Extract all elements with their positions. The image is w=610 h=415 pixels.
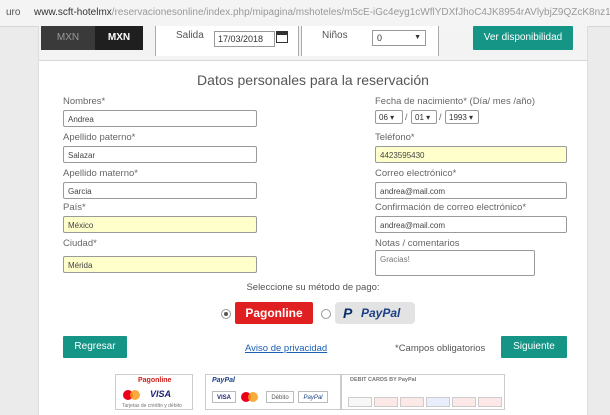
salida-tab: Salida 17/03/2018 <box>155 26 299 56</box>
apellido-paterno-label: Apellido paterno* <box>63 132 136 143</box>
nombres-input[interactable]: Andrea <box>63 110 257 127</box>
ciudad-label: Ciudad* <box>63 238 97 249</box>
required-fields-note: *Campos obligatorios <box>395 343 486 354</box>
pais-input[interactable]: México <box>63 216 257 233</box>
ninos-label: Niños <box>322 30 348 41</box>
chevron-down-icon: ▼ <box>414 34 421 41</box>
page-title: Datos personales para la reservación <box>197 72 429 88</box>
url-host: www.scft-hotelmx <box>34 7 112 18</box>
url-prefix: uro <box>6 7 21 18</box>
anio-value: 1993 <box>449 113 467 122</box>
visa-logo: VISA <box>150 389 172 399</box>
bank-logo-icon <box>400 397 424 407</box>
mes-select[interactable]: 01 ▾ <box>411 110 437 124</box>
mastercard-icon <box>122 389 142 401</box>
pagonline-badge-title: Pagonline <box>138 377 172 384</box>
pagonline-cards-badge: Pagonline VISA Tarjetas de crédito y déb… <box>115 374 193 410</box>
pais-label: País* <box>63 202 86 213</box>
dia-value: 06 <box>379 113 388 122</box>
date-separator: / <box>405 112 408 122</box>
privacy-link[interactable]: Aviso de privacidad <box>245 343 327 354</box>
notas-textarea[interactable]: Gracias! <box>375 250 535 276</box>
bank-logo-icon <box>426 397 450 407</box>
correo-label: Correo electrónico* <box>375 168 457 179</box>
regresar-button[interactable]: Regresar <box>63 336 127 358</box>
reservation-page: MXN MXN Salida 17/03/2018 Niños 0 ▼ Ver … <box>38 26 588 415</box>
bank-logo-icon <box>452 397 476 407</box>
salida-label: Salida <box>176 30 204 41</box>
mastercard-icon <box>240 391 260 403</box>
nombres-label: Nombres* <box>63 96 106 107</box>
ninos-value: 0 <box>377 33 383 43</box>
currency-toggle-inactive[interactable]: MXN <box>41 26 95 50</box>
bank-logo-icon <box>348 397 372 407</box>
telefono-label: Teléfono* <box>375 132 415 143</box>
fecha-nacimiento-label: Fecha de nacimiento* (Día/ mes /año) <box>375 96 535 107</box>
paypal-logo[interactable]: P PayPal <box>335 302 415 324</box>
paypal-cards-badge: PayPal VISA Débito PayPal <box>205 374 341 410</box>
telefono-input[interactable]: 4423595430 <box>375 146 567 163</box>
paypal-card-icon: PayPal <box>298 391 328 403</box>
paypal-radio[interactable] <box>321 309 331 319</box>
apellido-materno-label: Apellido materno* <box>63 168 138 179</box>
visa-card-icon: VISA <box>212 391 236 403</box>
paypal-wordmark: PayPal <box>361 306 401 320</box>
anio-select[interactable]: 1993 ▾ <box>445 110 479 124</box>
calendar-icon[interactable] <box>276 31 288 43</box>
apellido-materno-input[interactable]: Garcia <box>63 182 257 199</box>
siguiente-button[interactable]: Siguiente <box>501 336 567 358</box>
confirm-correo-input[interactable]: andrea@mail.com <box>375 216 567 233</box>
salida-date-input[interactable]: 17/03/2018 <box>214 31 275 47</box>
notas-label: Notas / comentarios <box>375 238 460 249</box>
payment-prompt: Seleccione su método de pago: <box>246 282 380 293</box>
browser-url-bar[interactable]: uro www.scft-hotelmx/reservacionesonline… <box>0 0 610 27</box>
pagonline-badge-caption: Tarjetas de crédito y débito <box>122 403 182 409</box>
apellido-paterno-input[interactable]: Salazar <box>63 146 257 163</box>
ver-disponibilidad-button[interactable]: Ver disponibilidad <box>473 26 573 50</box>
ninos-tab: Niños 0 ▼ <box>301 26 439 56</box>
url-text[interactable]: www.scft-hotelmx/reservacionesonline/ind… <box>34 0 610 26</box>
paypal-debit-cards-badge: DEBIT CARDS BY PayPal <box>341 374 505 410</box>
dia-select[interactable]: 06 ▾ <box>375 110 403 124</box>
bank-logo-icon <box>374 397 398 407</box>
correo-input[interactable]: andrea@mail.com <box>375 182 567 199</box>
date-separator: / <box>439 112 442 122</box>
url-path: /reservacionesonline/index.php/mipagina/… <box>111 7 610 18</box>
confirm-correo-label: Confirmación de correo electrónico* <box>375 202 527 213</box>
bank-logo-icon <box>478 397 502 407</box>
debit-cards-title: DEBIT CARDS BY PayPal <box>350 377 417 383</box>
ciudad-input[interactable]: Mérida <box>63 256 257 273</box>
currency-toggle-active[interactable]: MXN <box>95 26 143 50</box>
mes-value: 01 <box>415 113 424 122</box>
search-strip: MXN MXN Salida 17/03/2018 Niños 0 ▼ Ver … <box>39 26 587 61</box>
paypal-p-icon: P <box>343 305 353 321</box>
paypal-badge-title: PayPal <box>212 377 235 384</box>
ninos-select[interactable]: 0 ▼ <box>372 30 426 46</box>
debito-card-icon: Débito <box>266 391 294 403</box>
pagonline-radio[interactable] <box>221 309 231 319</box>
pagonline-logo[interactable]: Pagonline <box>235 302 313 324</box>
